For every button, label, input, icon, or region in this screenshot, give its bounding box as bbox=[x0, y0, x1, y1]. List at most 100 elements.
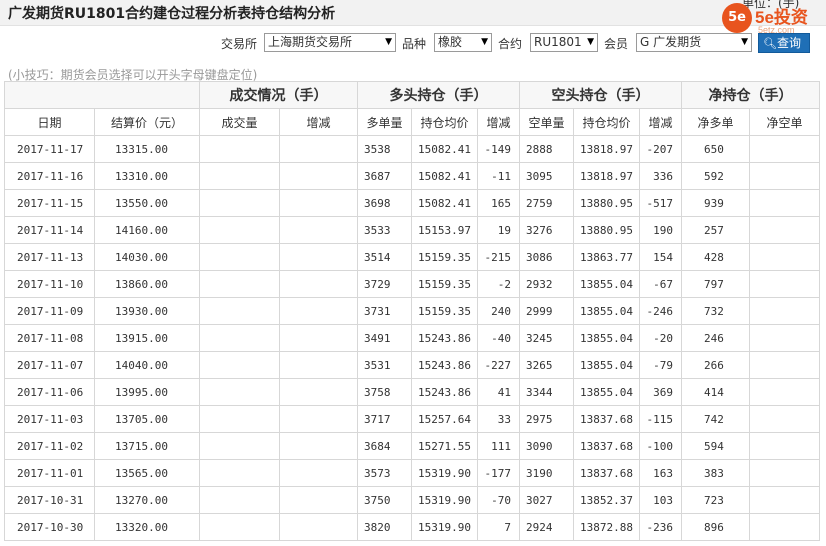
col-volume-change[interactable]: 增减 bbox=[279, 108, 358, 136]
variety-label: 品种 bbox=[402, 37, 427, 51]
cell-long-qty: 3538 bbox=[357, 135, 412, 163]
cell-short-qty: 3265 bbox=[519, 351, 574, 379]
cell-long-qty: 3717 bbox=[357, 405, 412, 433]
exchange-select[interactable]: 上海期货交易所 ▼ bbox=[264, 33, 396, 52]
cell-long-change: 33 bbox=[477, 405, 520, 433]
position-table: 成交情况（手） 多头持仓（手） 空头持仓（手） 净持仓（手） 日期 结算价（元）… bbox=[4, 81, 820, 541]
cell-short-avg: 13837.68 bbox=[573, 432, 640, 460]
table-row[interactable]: 2017-11-17 13315.00 3538 15082.41 -149 2888 13… bbox=[4, 135, 820, 163]
contract-label: 合约 bbox=[498, 37, 523, 51]
table-row[interactable]: 2017-11-01 13565.00 3573 15319.90 -177 3190 13… bbox=[4, 459, 820, 487]
cell-date: 2017-11-08 bbox=[4, 324, 95, 352]
cell-date: 2017-11-10 bbox=[4, 270, 95, 298]
cell-net-short bbox=[749, 162, 820, 190]
cell-volume-change bbox=[279, 270, 358, 298]
cell-settle-price: 13550.00 bbox=[94, 189, 200, 217]
cell-short-qty: 3190 bbox=[519, 459, 574, 487]
cell-short-change: 163 bbox=[639, 459, 682, 487]
variety-select[interactable]: 橡胶 ▼ bbox=[434, 33, 492, 52]
cell-long-avg: 15319.90 bbox=[411, 513, 478, 541]
cell-net-long: 650 bbox=[681, 135, 750, 163]
cell-long-avg: 15243.86 bbox=[411, 378, 478, 406]
cell-settle-price: 13995.00 bbox=[94, 378, 200, 406]
cell-settle-price: 13270.00 bbox=[94, 486, 200, 514]
cell-long-qty: 3820 bbox=[357, 513, 412, 541]
cell-short-avg: 13880.95 bbox=[573, 189, 640, 217]
table-row[interactable]: 2017-11-13 14030.00 3514 15159.35 -215 3086 13… bbox=[4, 243, 820, 271]
col-long-avg[interactable]: 持仓均价 bbox=[411, 108, 478, 136]
contract-select[interactable]: RU1801 ▼ bbox=[530, 33, 598, 52]
cell-volume-change bbox=[279, 324, 358, 352]
table-row[interactable]: 2017-11-16 13310.00 3687 15082.41 -11 3095 138… bbox=[4, 162, 820, 190]
cell-net-short bbox=[749, 486, 820, 514]
cell-settle-price: 13930.00 bbox=[94, 297, 200, 325]
table-row[interactable]: 2017-11-14 14160.00 3533 15153.97 19 3276 1388… bbox=[4, 216, 820, 244]
cell-long-qty: 3684 bbox=[357, 432, 412, 460]
cell-net-long: 257 bbox=[681, 216, 750, 244]
col-short-change[interactable]: 增减 bbox=[639, 108, 682, 136]
cell-short-qty: 3086 bbox=[519, 243, 574, 271]
query-button[interactable]: 🔍︎查询 bbox=[758, 33, 810, 53]
cell-short-qty: 3095 bbox=[519, 162, 574, 190]
column-header-row: 日期 结算价（元） 成交量 增减 多单量 持仓均价 增减 空单量 持仓均价 增减… bbox=[4, 108, 820, 136]
col-short-qty[interactable]: 空单量 bbox=[519, 108, 574, 136]
col-short-avg[interactable]: 持仓均价 bbox=[573, 108, 640, 136]
cell-long-change: -149 bbox=[477, 135, 520, 163]
cell-short-change: 190 bbox=[639, 216, 682, 244]
col-net-long[interactable]: 净多单 bbox=[681, 108, 750, 136]
table-row[interactable]: 2017-11-10 13860.00 3729 15159.35 -2 2932 1385… bbox=[4, 270, 820, 298]
cell-short-qty: 3027 bbox=[519, 486, 574, 514]
cell-short-avg: 13818.97 bbox=[573, 162, 640, 190]
group-header-short: 空头持仓（手） bbox=[519, 81, 682, 109]
cell-short-change: -236 bbox=[639, 513, 682, 541]
table-row[interactable]: 2017-11-09 13930.00 3731 15159.35 240 2999 138… bbox=[4, 297, 820, 325]
cell-volume-change bbox=[279, 351, 358, 379]
cell-long-change: -177 bbox=[477, 459, 520, 487]
cell-short-qty: 2932 bbox=[519, 270, 574, 298]
cell-short-qty: 3090 bbox=[519, 432, 574, 460]
cell-short-avg: 13855.04 bbox=[573, 324, 640, 352]
cell-net-short bbox=[749, 216, 820, 244]
col-settle-price[interactable]: 结算价（元） bbox=[94, 108, 200, 136]
cell-net-long: 246 bbox=[681, 324, 750, 352]
scroll-indicator[interactable] bbox=[450, 541, 530, 546]
cell-long-avg: 15082.41 bbox=[411, 135, 478, 163]
cell-long-change: -227 bbox=[477, 351, 520, 379]
col-long-qty[interactable]: 多单量 bbox=[357, 108, 412, 136]
col-date[interactable]: 日期 bbox=[4, 108, 95, 136]
cell-short-qty: 2999 bbox=[519, 297, 574, 325]
cell-short-qty: 3276 bbox=[519, 216, 574, 244]
cell-long-avg: 15153.97 bbox=[411, 216, 478, 244]
table-row[interactable]: 2017-11-06 13995.00 3758 15243.86 41 3344 1385… bbox=[4, 378, 820, 406]
filter-bar: 交易所 上海期货交易所 ▼ 品种 橡胶 ▼ 合约 RU1801 ▼ 会员 G 广… bbox=[0, 33, 826, 53]
table-row[interactable]: 2017-11-15 13550.00 3698 15082.41 165 2759 138… bbox=[4, 189, 820, 217]
cell-volume-change bbox=[279, 513, 358, 541]
cell-long-avg: 15159.35 bbox=[411, 270, 478, 298]
table-row[interactable]: 2017-11-08 13915.00 3491 15243.86 -40 3245 138… bbox=[4, 324, 820, 352]
cell-net-short bbox=[749, 243, 820, 271]
cell-volume bbox=[199, 351, 280, 379]
col-net-short[interactable]: 净空单 bbox=[749, 108, 820, 136]
cell-long-change: -40 bbox=[477, 324, 520, 352]
table-row[interactable]: 2017-11-03 13705.00 3717 15257.64 33 2975 1383… bbox=[4, 405, 820, 433]
table-row[interactable]: 2017-11-02 13715.00 3684 15271.55 111 3090 138… bbox=[4, 432, 820, 460]
table-row[interactable]: 2017-11-07 14040.00 3531 15243.86 -227 3265 13… bbox=[4, 351, 820, 379]
cell-volume bbox=[199, 216, 280, 244]
table-row[interactable]: 2017-10-30 13320.00 3820 15319.90 7 2924 13872… bbox=[4, 513, 820, 541]
cell-settle-price: 13860.00 bbox=[94, 270, 200, 298]
cell-net-short bbox=[749, 432, 820, 460]
cell-volume bbox=[199, 513, 280, 541]
cell-net-long: 723 bbox=[681, 486, 750, 514]
member-select[interactable]: G 广发期货 ▼ bbox=[636, 33, 752, 52]
cell-long-avg: 15271.55 bbox=[411, 432, 478, 460]
cell-volume-change bbox=[279, 405, 358, 433]
cell-long-change: 165 bbox=[477, 189, 520, 217]
col-volume[interactable]: 成交量 bbox=[199, 108, 280, 136]
cell-long-avg: 15082.41 bbox=[411, 162, 478, 190]
cell-long-qty: 3491 bbox=[357, 324, 412, 352]
col-long-change[interactable]: 增减 bbox=[477, 108, 520, 136]
cell-date: 2017-10-30 bbox=[4, 513, 95, 541]
table-row[interactable]: 2017-10-31 13270.00 3750 15319.90 -70 3027 138… bbox=[4, 486, 820, 514]
cell-long-change: 240 bbox=[477, 297, 520, 325]
cell-long-qty: 3729 bbox=[357, 270, 412, 298]
